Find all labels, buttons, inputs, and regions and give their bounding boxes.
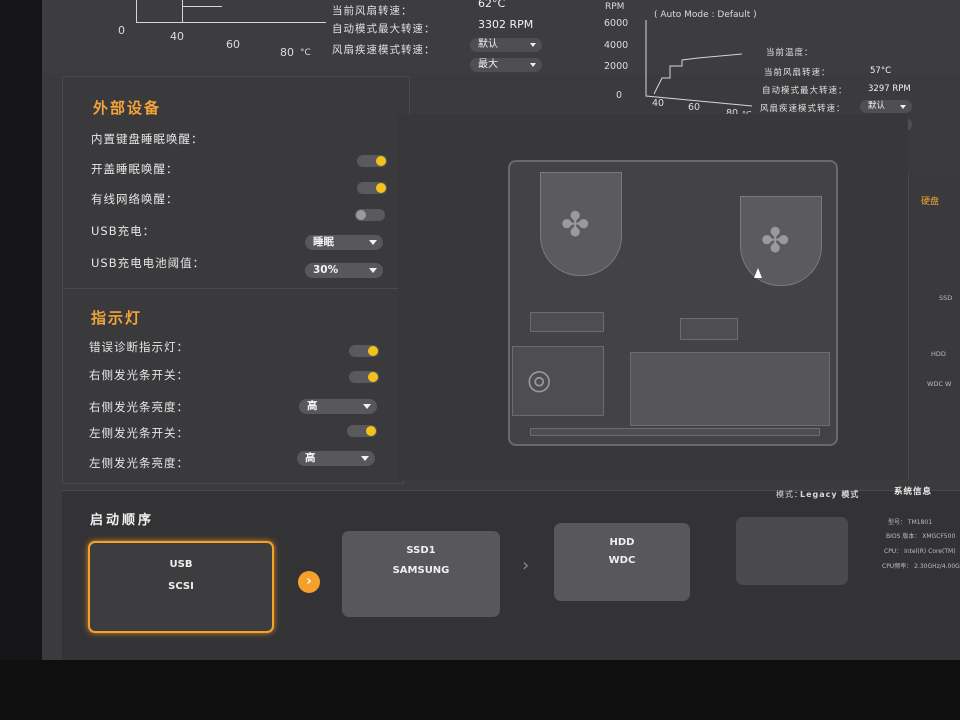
left-brightness-select[interactable]: 高 xyxy=(297,451,375,466)
system-info-line: CPU： Intel(R) Core(TM) xyxy=(884,548,956,555)
fan-bay-right: ✤ xyxy=(740,196,822,286)
toggle-knob xyxy=(376,183,386,193)
system-info-line: BIOS 版本： XMGCF500 xyxy=(886,533,956,540)
monitor-bottom-bezel xyxy=(0,660,960,720)
boot-device-name: SSD1 xyxy=(406,545,436,556)
chevron-down-icon xyxy=(900,105,906,109)
fan-right-y-tick: 0 xyxy=(616,90,623,101)
storage-panel-edge: 硬盘 SSD HDD WDC W xyxy=(908,174,960,480)
usb-threshold-select-value: 30% xyxy=(313,264,339,276)
boot-device-name: HDD xyxy=(609,537,635,548)
usb-threshold-select[interactable]: 30% xyxy=(305,263,383,278)
laptop-chassis-outline: ✤ ✤ ◎ xyxy=(508,160,838,446)
fan-right-boost-select[interactable]: 默认 xyxy=(860,100,912,113)
battery xyxy=(630,352,830,426)
bios-screen: 0 40 60 80 °C 当前风扇转速： 62°C 自动模式最大转速： 330… xyxy=(42,0,960,676)
storage-line: HDD xyxy=(931,350,946,358)
left-brightness-label: 左侧发光条亮度： xyxy=(89,456,189,470)
boot-device-type: SAMSUNG xyxy=(392,565,450,576)
boot-device-type: WDC xyxy=(608,555,636,566)
right-brightness-select-value: 高 xyxy=(307,400,318,412)
left-switch-label: 左侧发光条开关： xyxy=(89,426,189,440)
fan-icon: ✤ xyxy=(761,221,790,261)
mouse-cursor-icon xyxy=(754,268,762,278)
fan-right-boost-select-value: 默认 xyxy=(868,101,886,111)
fan-right-temp-value: 57°C xyxy=(870,66,892,76)
system-info-title: 系统信息 xyxy=(894,487,933,497)
toggle-knob xyxy=(366,426,376,436)
storage-title: 硬盘 xyxy=(921,197,940,207)
bottom-vents xyxy=(530,428,820,436)
left-brightness-select-value: 高 xyxy=(305,452,316,464)
boot-device-2[interactable]: SSD1 SAMSUNG xyxy=(342,531,500,617)
fan-right-label: 当前风扇转速： xyxy=(764,68,831,78)
fan-right-x-tick: 60 xyxy=(688,102,701,113)
error-led-toggle[interactable] xyxy=(349,345,379,357)
left-lightbar-toggle[interactable] xyxy=(347,425,377,437)
peripheral-label: 开盖睡眠唤醒： xyxy=(91,162,179,176)
toggle-knob xyxy=(356,210,366,220)
boot-order-title: 启动顺序 xyxy=(90,513,155,528)
boot-mode-label: 模式： xyxy=(776,490,803,499)
fan-right-label: 自动模式最大转速： xyxy=(762,86,848,96)
peripherals-title: 外部设备 xyxy=(93,99,162,117)
ssd-slot xyxy=(530,312,604,332)
indicators-title: 指示灯 xyxy=(91,309,143,327)
system-info-line: 型号： TM1801 xyxy=(888,519,933,526)
usb-threshold-label: USB充电电池阈值： xyxy=(91,256,206,270)
chevron-down-icon xyxy=(369,268,377,273)
boot-mode-value: Legacy 模式 xyxy=(800,490,860,499)
indicator-label: 错误诊断指示灯： xyxy=(89,340,189,354)
fan-right-x-tick: 40 xyxy=(652,98,665,109)
keyboard-wake-toggle[interactable] xyxy=(357,155,387,167)
chevron-right-icon: › xyxy=(298,571,320,593)
usb-charge-label: USB充电： xyxy=(91,224,156,238)
boot-device-empty-slot[interactable] xyxy=(736,517,848,585)
chevron-down-icon xyxy=(369,240,377,245)
fan-right-label: 当前温度： xyxy=(766,48,814,58)
system-info-line: CPU频率： 2.30GHz/4.00G xyxy=(882,563,960,570)
hdd-bay: ◎ xyxy=(512,346,604,416)
laptop-internals-view: ✤ ✤ ◎ xyxy=(398,114,908,480)
right-brightness-label: 右侧发光条亮度： xyxy=(89,400,189,414)
fan-right-label: 风扇疾速模式转速： xyxy=(760,104,846,114)
boot-device-1[interactable]: USB SCSI xyxy=(88,541,274,633)
boot-order-panel: 启动顺序 模式： Legacy 模式 USB SCSI › SSD1 SAMSU… xyxy=(62,487,960,660)
peripheral-label: 内置键盘睡眠唤醒： xyxy=(91,132,204,146)
ram-slot xyxy=(680,318,738,340)
toggle-knob xyxy=(376,156,386,166)
usb-charge-select-value: 睡眠 xyxy=(313,236,334,248)
usb-charge-select[interactable]: 睡眠 xyxy=(305,235,383,250)
fan-icon: ✤ xyxy=(561,205,590,245)
chevron-right-icon: › xyxy=(522,555,530,576)
fan-right-rpm-value: 3297 RPM xyxy=(868,84,911,94)
boot-device-name: USB xyxy=(169,559,193,570)
lan-wake-toggle[interactable] xyxy=(355,209,385,221)
hard-disk-icon: ◎ xyxy=(527,363,552,396)
right-brightness-select[interactable]: 高 xyxy=(299,399,377,414)
chevron-down-icon xyxy=(363,404,371,409)
fan-bay-left: ✤ xyxy=(540,172,622,276)
right-lightbar-toggle[interactable] xyxy=(349,371,379,383)
peripheral-label: 有线网络唤醒： xyxy=(91,192,179,206)
storage-line: WDC W xyxy=(927,380,952,388)
boot-device-type: SCSI xyxy=(168,581,194,592)
toggle-knob xyxy=(368,372,378,382)
boot-device-3[interactable]: HDD WDC xyxy=(554,523,690,601)
indicator-label: 右侧发光条开关： xyxy=(89,368,189,382)
indicators-panel: 指示灯 错误诊断指示灯： 右侧发光条开关： 右侧发光条亮度： 高 左侧发光条开关… xyxy=(62,288,404,484)
peripherals-panel: 外部设备 内置键盘睡眠唤醒： 开盖睡眠唤醒： 有线网络唤醒： USB充电： 睡眠… xyxy=(62,76,410,300)
toggle-knob xyxy=(368,346,378,356)
lid-wake-toggle[interactable] xyxy=(357,182,387,194)
chevron-down-icon xyxy=(361,456,369,461)
storage-line: SSD xyxy=(939,294,953,302)
